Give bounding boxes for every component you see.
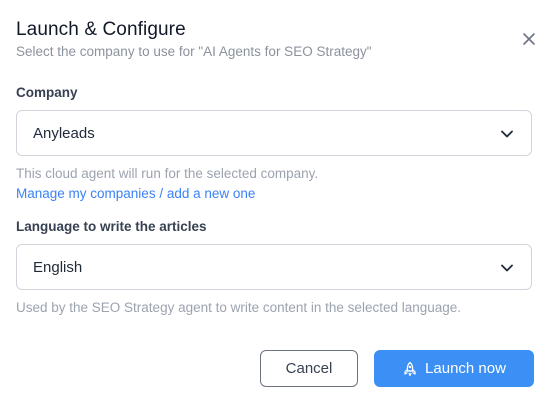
language-label: Language to write the articles xyxy=(16,219,207,234)
company-label: Company xyxy=(16,85,78,100)
company-help-text: This cloud agent will run for the select… xyxy=(16,166,319,181)
language-help-text: Used by the SEO Strategy agent to write … xyxy=(16,300,462,315)
company-select[interactable]: Anyleads xyxy=(16,110,532,156)
dialog-title: Launch & Configure xyxy=(16,19,186,40)
chevron-down-icon xyxy=(501,264,513,272)
dialog-subtitle: Select the company to use for "AI Agents… xyxy=(16,44,372,59)
language-select-value: English xyxy=(33,259,83,276)
language-select[interactable]: English xyxy=(16,244,532,290)
manage-companies-link[interactable]: Manage my companies / add a new one xyxy=(16,186,255,201)
company-select-value: Anyleads xyxy=(33,125,95,142)
launch-now-button-label: Launch now xyxy=(425,360,506,377)
rocket-icon xyxy=(404,361,416,376)
close-icon[interactable] xyxy=(520,30,538,48)
cancel-button-label: Cancel xyxy=(285,360,333,377)
chevron-down-icon xyxy=(501,130,513,138)
cancel-button[interactable]: Cancel xyxy=(260,350,358,387)
launch-now-button[interactable]: Launch now xyxy=(374,350,534,387)
